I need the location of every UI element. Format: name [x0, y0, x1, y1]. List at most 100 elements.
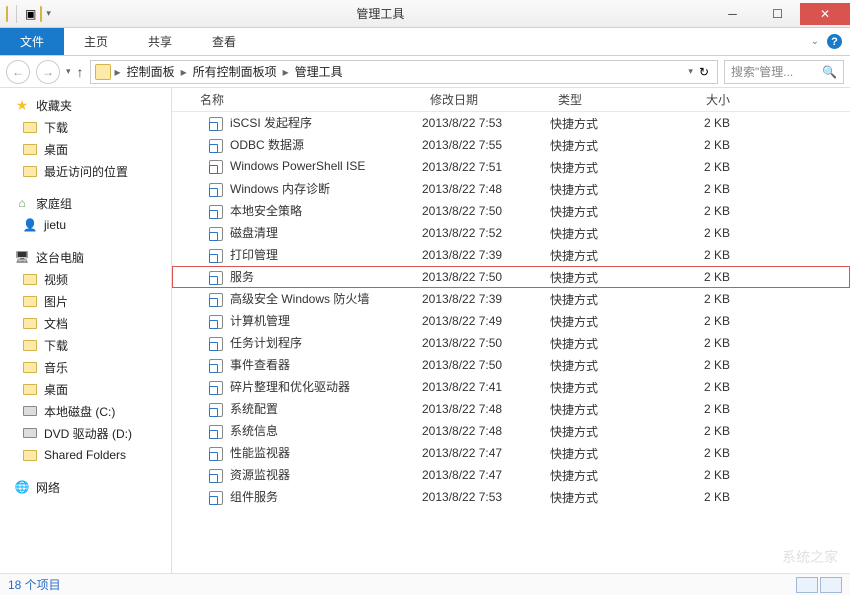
file-row[interactable]: 系统配置2013/8/22 7:48快捷方式2 KB [172, 398, 850, 420]
file-type: 快捷方式 [550, 247, 662, 264]
folder-icon [22, 271, 38, 287]
nav-item-downloads2[interactable]: 下载 [4, 334, 167, 356]
file-tab[interactable]: 文件 [0, 28, 64, 55]
file-date: 2013/8/22 7:52 [422, 226, 550, 240]
view-switcher [796, 577, 842, 593]
file-row[interactable]: 组件服务2013/8/22 7:53快捷方式2 KB [172, 486, 850, 508]
shortcut-icon [208, 138, 224, 154]
help-icon[interactable]: ? [827, 34, 842, 49]
tab-share[interactable]: 共享 [128, 28, 192, 55]
file-type: 快捷方式 [550, 445, 662, 462]
icons-view-button[interactable] [820, 577, 842, 593]
file-row[interactable]: 性能监视器2013/8/22 7:47快捷方式2 KB [172, 442, 850, 464]
nav-item-desktop2[interactable]: 桌面 [4, 378, 167, 400]
column-date[interactable]: 修改日期 [422, 91, 550, 108]
breadcrumb-sep-icon[interactable]: ▸ [179, 65, 189, 79]
file-row[interactable]: 打印管理2013/8/22 7:39快捷方式2 KB [172, 244, 850, 266]
breadcrumb-sep-icon[interactable]: ▸ [113, 65, 123, 79]
column-name[interactable]: 名称 [172, 91, 422, 108]
breadcrumb-item[interactable]: 管理工具 [293, 63, 345, 80]
nav-label: Shared Folders [44, 448, 126, 462]
nav-item-documents[interactable]: 文档 [4, 312, 167, 334]
folder-icon [22, 293, 38, 309]
minimize-button[interactable]: ─ [710, 3, 755, 25]
file-row[interactable]: 服务2013/8/22 7:50快捷方式2 KB [172, 266, 850, 288]
file-type: 快捷方式 [550, 423, 662, 440]
nav-item-pictures[interactable]: 图片 [4, 290, 167, 312]
nav-item-recent[interactable]: 最近访问的位置 [4, 160, 167, 182]
tab-view[interactable]: 查看 [192, 28, 256, 55]
shortcut-icon [208, 446, 224, 462]
details-view-button[interactable] [796, 577, 818, 593]
file-row[interactable]: 计算机管理2013/8/22 7:49快捷方式2 KB [172, 310, 850, 332]
file-row[interactable]: Windows PowerShell ISE2013/8/22 7:51快捷方式… [172, 156, 850, 178]
properties-icon[interactable]: ▣ [25, 7, 36, 21]
main-area: ★收藏夹 下载 桌面 最近访问的位置 ⌂家庭组 👤jietu 🖥这台电脑 视频 … [0, 88, 850, 573]
tab-home[interactable]: 主页 [64, 28, 128, 55]
folder-icon [22, 315, 38, 331]
nav-header-favorites[interactable]: ★收藏夹 [4, 94, 167, 116]
shortcut-icon [208, 226, 224, 242]
status-bar: 18 个项目 [0, 573, 850, 595]
new-folder-icon[interactable] [40, 7, 42, 21]
file-row[interactable]: 事件查看器2013/8/22 7:50快捷方式2 KB [172, 354, 850, 376]
file-row[interactable]: 系统信息2013/8/22 7:48快捷方式2 KB [172, 420, 850, 442]
nav-label: 下载 [44, 119, 68, 136]
forward-button[interactable]: → [36, 60, 60, 84]
location-icon [95, 64, 111, 80]
breadcrumb-item[interactable]: 所有控制面板项 [191, 63, 279, 80]
file-type: 快捷方式 [550, 467, 662, 484]
file-row[interactable]: 磁盘清理2013/8/22 7:52快捷方式2 KB [172, 222, 850, 244]
expand-ribbon-icon[interactable]: ⌄ [811, 36, 819, 47]
nav-label: 这台电脑 [36, 249, 84, 266]
titlebar: ▣ ▾ 管理工具 ─ ☐ ✕ [0, 0, 850, 28]
folder-icon [22, 447, 38, 463]
shortcut-icon [208, 424, 224, 440]
file-row[interactable]: 本地安全策略2013/8/22 7:50快捷方式2 KB [172, 200, 850, 222]
file-row[interactable]: 高级安全 Windows 防火墙2013/8/22 7:39快捷方式2 KB [172, 288, 850, 310]
column-size[interactable]: 大小 [662, 91, 742, 108]
nav-item-desktop[interactable]: 桌面 [4, 138, 167, 160]
nav-item-shared[interactable]: Shared Folders [4, 444, 167, 466]
back-button[interactable]: ← [6, 60, 30, 84]
file-row[interactable]: 资源监视器2013/8/22 7:47快捷方式2 KB [172, 464, 850, 486]
file-name: 本地安全策略 [230, 204, 302, 218]
file-row[interactable]: 碎片整理和优化驱动器2013/8/22 7:41快捷方式2 KB [172, 376, 850, 398]
breadcrumb-dropdown-icon[interactable]: ▾ [688, 66, 693, 77]
nav-header-network[interactable]: 🌐网络 [4, 476, 167, 498]
nav-item-downloads[interactable]: 下载 [4, 116, 167, 138]
up-button[interactable]: ↑ [77, 64, 84, 80]
shortcut-icon [208, 358, 224, 374]
shortcut-icon [208, 270, 224, 286]
search-icon: 🔍 [822, 65, 837, 79]
search-input[interactable]: 搜索"管理... 🔍 [724, 60, 844, 84]
nav-item-music[interactable]: 音乐 [4, 356, 167, 378]
user-icon: 👤 [22, 217, 38, 233]
file-size: 2 KB [662, 336, 742, 350]
close-button[interactable]: ✕ [800, 3, 850, 25]
nav-item-disk-c[interactable]: 本地磁盘 (C:) [4, 400, 167, 422]
nav-item-user[interactable]: 👤jietu [4, 214, 167, 236]
history-dropdown-icon[interactable]: ▾ [66, 66, 71, 77]
file-row[interactable]: Windows 内存诊断2013/8/22 7:48快捷方式2 KB [172, 178, 850, 200]
file-row[interactable]: ODBC 数据源2013/8/22 7:55快捷方式2 KB [172, 134, 850, 156]
maximize-button[interactable]: ☐ [755, 3, 800, 25]
shortcut-icon [208, 380, 224, 396]
breadcrumb-sep-icon[interactable]: ▸ [281, 65, 291, 79]
shortcut-icon [208, 204, 224, 220]
file-name: 任务计划程序 [230, 336, 302, 350]
file-date: 2013/8/22 7:47 [422, 468, 550, 482]
file-row[interactable]: iSCSI 发起程序2013/8/22 7:53快捷方式2 KB [172, 112, 850, 134]
refresh-button[interactable]: ↻ [695, 65, 713, 79]
nav-item-videos[interactable]: 视频 [4, 268, 167, 290]
file-row[interactable]: 任务计划程序2013/8/22 7:50快捷方式2 KB [172, 332, 850, 354]
file-date: 2013/8/22 7:49 [422, 314, 550, 328]
nav-item-dvd-d[interactable]: DVD 驱动器 (D:) [4, 422, 167, 444]
search-placeholder: 搜索"管理... [731, 63, 793, 80]
breadcrumb[interactable]: ▸ 控制面板 ▸ 所有控制面板项 ▸ 管理工具 ▾ ↻ [90, 60, 718, 84]
column-type[interactable]: 类型 [550, 91, 662, 108]
nav-header-homegroup[interactable]: ⌂家庭组 [4, 192, 167, 214]
nav-header-thispc[interactable]: 🖥这台电脑 [4, 246, 167, 268]
file-name: 事件查看器 [230, 358, 290, 372]
breadcrumb-item[interactable]: 控制面板 [125, 63, 177, 80]
